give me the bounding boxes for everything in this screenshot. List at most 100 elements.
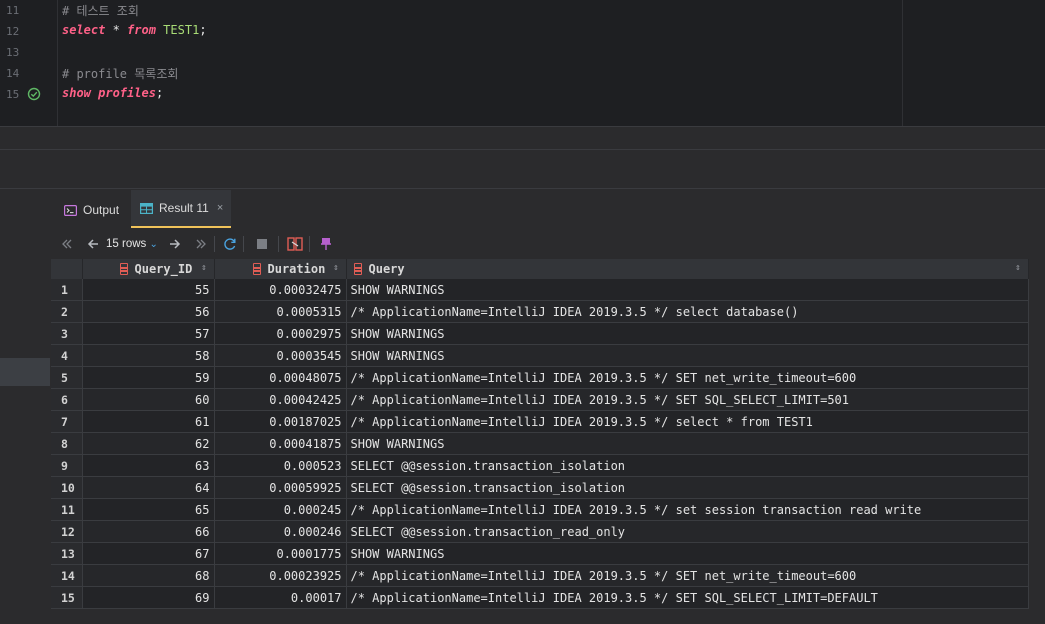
cell-query[interactable]: SELECT @@session.transaction_read_only: [346, 520, 1029, 543]
table-row[interactable]: 4 58 0.0003545 SHOW WARNINGS: [51, 344, 1029, 367]
code-area[interactable]: # 테스트 조회 select * from TEST1; # profile …: [58, 0, 903, 126]
cell-query[interactable]: /* ApplicationName=IntelliJ IDEA 2019.3.…: [346, 498, 1029, 521]
row-number[interactable]: 8: [51, 432, 83, 455]
close-icon[interactable]: ×: [217, 202, 223, 214]
cell-query-id[interactable]: 61: [82, 410, 215, 433]
code-editor[interactable]: 11 12 13 14 15 # 테스트 조회 select * from TE…: [0, 0, 1045, 126]
cell-query-id[interactable]: 67: [82, 542, 215, 565]
cell-query[interactable]: /* ApplicationName=IntelliJ IDEA 2019.3.…: [346, 388, 1029, 411]
tab-result[interactable]: Result 11 ×: [131, 190, 231, 228]
row-number[interactable]: 7: [51, 410, 83, 433]
pin-icon[interactable]: [320, 237, 332, 251]
cell-query-id[interactable]: 69: [82, 586, 215, 609]
cell-duration[interactable]: 0.00041875: [214, 432, 347, 455]
cell-query[interactable]: SHOW WARNINGS: [346, 322, 1029, 345]
cell-query-id[interactable]: 58: [82, 344, 215, 367]
cell-query[interactable]: SELECT @@session.transaction_isolation: [346, 476, 1029, 499]
cell-query[interactable]: SELECT @@session.transaction_isolation: [346, 454, 1029, 477]
row-number[interactable]: 11: [51, 498, 83, 521]
row-number[interactable]: 10: [51, 476, 83, 499]
cell-duration[interactable]: 0.00042425: [214, 388, 347, 411]
sort-icon[interactable]: ⇕: [1015, 263, 1020, 273]
column-header-query[interactable]: Query ⇕: [346, 259, 1029, 279]
cell-query[interactable]: SHOW WARNINGS: [346, 542, 1029, 565]
row-number[interactable]: 6: [51, 388, 83, 411]
row-number[interactable]: 4: [51, 344, 83, 367]
cell-query-id[interactable]: 63: [82, 454, 215, 477]
sort-icon[interactable]: ⇕: [201, 263, 206, 273]
table-row[interactable]: 15 69 0.00017/* ApplicationName=IntelliJ I…: [51, 586, 1029, 609]
table-row[interactable]: 13 67 0.0001775 SHOW WARNINGS: [51, 542, 1029, 565]
row-number[interactable]: 12: [51, 520, 83, 543]
cell-duration[interactable]: 0.0005315: [214, 300, 347, 323]
cell-duration[interactable]: 0.0001775: [214, 542, 347, 565]
cell-query-id[interactable]: 57: [82, 322, 215, 345]
row-number[interactable]: 3: [51, 322, 83, 345]
result-grid[interactable]: Query_ID ⇕ Duration ⇕ Query ⇕ 1 55 0.00032475…: [51, 259, 1029, 609]
table-row[interactable]: 12 66 0.000246 SELECT @@session.transaction…: [51, 520, 1029, 543]
row-number[interactable]: 2: [51, 300, 83, 323]
refresh-icon[interactable]: [223, 237, 237, 251]
cell-query[interactable]: SHOW WARNINGS: [346, 279, 1029, 301]
stop-icon[interactable]: [256, 238, 268, 250]
cell-duration[interactable]: 0.00059925: [214, 476, 347, 499]
panel-splitter[interactable]: [0, 126, 1045, 150]
table-row[interactable]: 8 62 0.00041875 SHOW WARNINGS: [51, 432, 1029, 455]
column-header-duration[interactable]: Duration ⇕: [214, 259, 347, 279]
first-page-icon[interactable]: [60, 238, 74, 250]
cell-query-id[interactable]: 59: [82, 366, 215, 389]
cell-query[interactable]: /* ApplicationName=IntelliJ IDEA 2019.3.…: [346, 300, 1029, 323]
cell-duration[interactable]: 0.0003545: [214, 344, 347, 367]
prev-page-icon[interactable]: [86, 238, 100, 250]
row-number[interactable]: 13: [51, 542, 83, 565]
cell-query[interactable]: /* ApplicationName=IntelliJ IDEA 2019.3.…: [346, 564, 1029, 587]
table-row[interactable]: 14 68 0.00023925/* ApplicationName=Intelli…: [51, 564, 1029, 587]
semicolon: ;: [155, 86, 164, 100]
cell-query[interactable]: /* ApplicationName=IntelliJ IDEA 2019.3.…: [346, 586, 1029, 609]
cell-query[interactable]: /* ApplicationName=IntelliJ IDEA 2019.3.…: [346, 366, 1029, 389]
next-page-icon[interactable]: [168, 238, 182, 250]
cell-duration[interactable]: 0.00032475: [214, 279, 347, 301]
cell-duration[interactable]: 0.00017: [214, 586, 347, 609]
cell-query[interactable]: SHOW WARNINGS: [346, 432, 1029, 455]
cell-duration[interactable]: 0.000523: [214, 454, 347, 477]
cell-query[interactable]: /* ApplicationName=IntelliJ IDEA 2019.3.…: [346, 410, 1029, 433]
cell-duration[interactable]: 0.00048075: [214, 366, 347, 389]
table-row[interactable]: 1 55 0.00032475 SHOW WARNINGS: [51, 279, 1029, 301]
row-number[interactable]: 9: [51, 454, 83, 477]
check-circle-icon[interactable]: [27, 87, 41, 101]
cell-query-id[interactable]: 60: [82, 388, 215, 411]
sort-icon[interactable]: ⇕: [333, 263, 338, 273]
row-number[interactable]: 14: [51, 564, 83, 587]
cell-query-id[interactable]: 64: [82, 476, 215, 499]
table-row[interactable]: 10 64 0.00059925 SELECT @@session.transacti…: [51, 476, 1029, 499]
table-row[interactable]: 9 63 0.000523 SELECT @@session.transaction_…: [51, 454, 1029, 477]
table-row[interactable]: 5 59 0.00048075/* ApplicationName=IntelliJ…: [51, 366, 1029, 389]
last-page-icon[interactable]: [194, 238, 208, 250]
cell-query-id[interactable]: 56: [82, 300, 215, 323]
cell-query-id[interactable]: 66: [82, 520, 215, 543]
cell-duration[interactable]: 0.00023925: [214, 564, 347, 587]
cell-query[interactable]: SHOW WARNINGS: [346, 344, 1029, 367]
cell-duration[interactable]: 0.000246: [214, 520, 347, 543]
cell-duration[interactable]: 0.000245: [214, 498, 347, 521]
row-number[interactable]: 5: [51, 366, 83, 389]
cell-duration[interactable]: 0.00187025: [214, 410, 347, 433]
table-row[interactable]: 6 60 0.00042425/* ApplicationName=IntelliJ…: [51, 388, 1029, 411]
cell-query-id[interactable]: 62: [82, 432, 215, 455]
cell-query-id[interactable]: 65: [82, 498, 215, 521]
line-number: 14: [6, 67, 20, 80]
rows-count-dropdown[interactable]: 15 rows ⌄: [106, 238, 158, 250]
table-row[interactable]: 2 56 0.0005315/* ApplicationName=IntelliJ …: [51, 300, 1029, 323]
row-number[interactable]: 1: [51, 279, 83, 301]
row-number[interactable]: 15: [51, 586, 83, 609]
column-header-query-id[interactable]: Query_ID ⇕: [82, 259, 215, 279]
compare-icon[interactable]: [287, 237, 303, 251]
cell-duration[interactable]: 0.0002975: [214, 322, 347, 345]
cell-query-id[interactable]: 68: [82, 564, 215, 587]
table-row[interactable]: 3 57 0.0002975 SHOW WARNINGS: [51, 322, 1029, 345]
table-row[interactable]: 11 65 0.000245/* ApplicationName=IntelliJ …: [51, 498, 1029, 521]
cell-query-id[interactable]: 55: [82, 279, 215, 301]
table-row[interactable]: 7 61 0.00187025/* ApplicationName=IntelliJ…: [51, 410, 1029, 433]
tab-output[interactable]: Output: [58, 190, 127, 230]
